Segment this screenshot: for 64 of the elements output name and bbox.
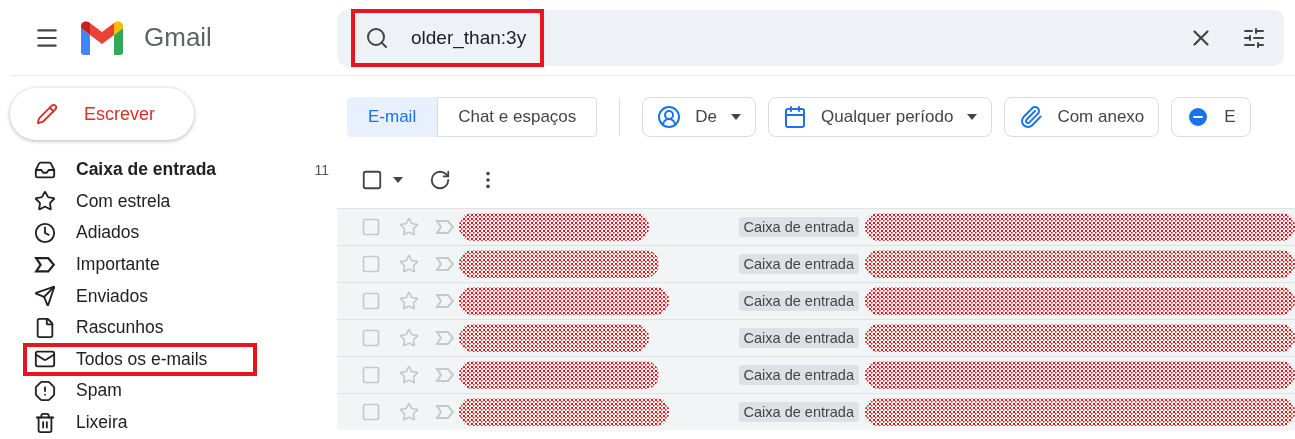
star-icon[interactable] (399, 291, 419, 311)
message-row[interactable]: Caixa de entrada (337, 245, 1295, 282)
inbox-label: Caixa de entrada (738, 328, 859, 348)
inbox-label: Caixa de entrada (738, 402, 859, 422)
sidebar-item[interactable]: Enviados (24, 280, 329, 312)
inbox-label: Caixa de entrada (738, 365, 859, 385)
message-row[interactable]: Caixa de entrada (337, 356, 1295, 393)
row-checkbox[interactable] (361, 365, 381, 385)
sidebar-item[interactable]: Adiados (24, 217, 329, 249)
message-row[interactable]: Caixa de entrada (337, 282, 1295, 319)
app-name: Gmail (144, 22, 212, 53)
filter-chip[interactable]: Qualquer período (768, 97, 993, 137)
search-bar[interactable]: older_than:3y (337, 9, 1284, 66)
sidebar-item[interactable]: Caixa de entrada 11 (24, 154, 329, 186)
inbox-label: Caixa de entrada (738, 217, 859, 237)
filter-icon (783, 105, 808, 129)
inbox-label: Caixa de entrada (738, 254, 859, 274)
search-icon[interactable] (365, 25, 389, 50)
sidebar-icon (34, 222, 56, 244)
tab[interactable]: Chat e espaços (437, 97, 598, 137)
importance-icon[interactable] (34, 255, 56, 274)
row-checkbox[interactable] (361, 402, 381, 422)
sidebar-item[interactable]: Lixeira (24, 406, 329, 439)
star-icon[interactable] (399, 217, 419, 237)
logo-icon (78, 19, 126, 56)
pencil-icon (36, 103, 58, 125)
sidebar-item[interactable]: Importante (24, 248, 329, 281)
message-row[interactable]: Caixa de entrada (337, 319, 1295, 356)
select-checkbox[interactable] (361, 169, 403, 191)
star-icon[interactable] (399, 402, 419, 422)
star-icon[interactable] (399, 328, 419, 348)
row-checkbox[interactable] (361, 291, 381, 311)
row-checkbox[interactable] (361, 217, 381, 237)
star-icon[interactable] (399, 365, 419, 385)
sidebar-icon (34, 316, 56, 339)
sidebar-icon (34, 285, 56, 308)
sidebar-item[interactable]: Com estrela (24, 185, 329, 218)
tab[interactable]: E-mail (347, 97, 438, 137)
star-icon[interactable] (399, 254, 419, 274)
filter-chip[interactable]: De (642, 97, 757, 137)
sliders-icon[interactable] (1242, 25, 1266, 50)
sidebar-icon (34, 379, 56, 402)
caret-icon (967, 114, 978, 120)
refresh-icon[interactable] (429, 169, 451, 191)
row-checkbox[interactable] (361, 328, 381, 348)
caret-icon (393, 177, 403, 183)
filter-icon (1019, 105, 1044, 129)
sidebar-item[interactable]: Spam (24, 375, 329, 407)
filter-icon (657, 105, 682, 129)
filter-chip[interactable]: E (1171, 97, 1251, 137)
sidebar-icon (34, 190, 56, 213)
message-row[interactable]: Caixa de entrada (337, 393, 1295, 430)
search-query: older_than:3y (411, 26, 527, 49)
unread-count: 11 (314, 161, 329, 178)
inbox-label: Caixa de entrada (738, 291, 859, 311)
compose-button[interactable]: Escrever (10, 88, 194, 140)
search-field[interactable]: older_than:3y (351, 8, 545, 67)
sidebar-item[interactable]: Rascunhos (24, 311, 329, 344)
filter-chip[interactable]: Com anexo (1004, 97, 1160, 137)
row-checkbox[interactable] (361, 254, 381, 274)
sidebar-item[interactable]: Todos os e-mails (24, 343, 256, 376)
sidebar-icon (34, 411, 56, 434)
message-row[interactable]: Caixa de entrada (337, 208, 1295, 245)
caret-icon (731, 114, 742, 120)
